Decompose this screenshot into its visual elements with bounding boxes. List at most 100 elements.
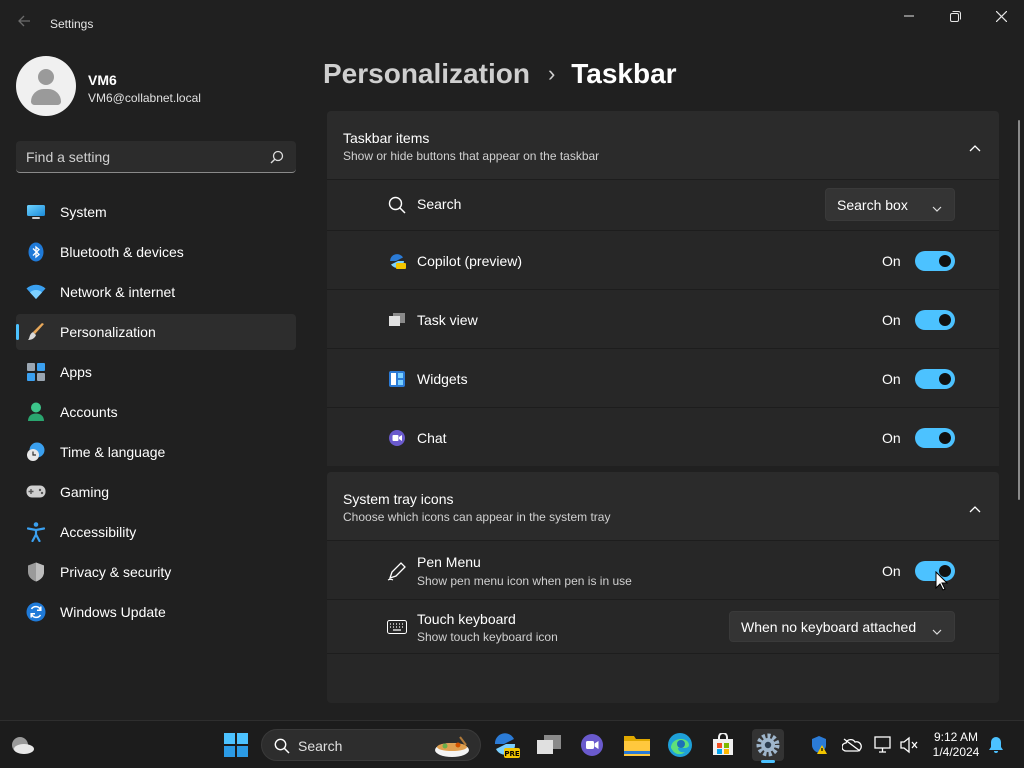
sidebar-item-label: Accessibility	[60, 524, 137, 540]
widgets-toggle[interactable]	[915, 369, 955, 389]
section-description: Choose which icons can appear in the sys…	[343, 510, 611, 524]
sidebar-item-accessibility[interactable]: Accessibility	[16, 514, 296, 550]
title-bar: Settings	[0, 0, 1024, 48]
gamepad-icon	[26, 482, 46, 502]
clock-time: 9:12 AM	[933, 730, 979, 744]
sidebar-item-personalization[interactable]: Personalization	[16, 314, 296, 350]
windows-logo-icon	[224, 733, 248, 757]
widgets-icon	[387, 369, 407, 389]
sidebar-item-time-language[interactable]: Time & language	[16, 434, 296, 470]
running-indicator	[761, 760, 775, 763]
back-button[interactable]	[10, 12, 38, 36]
maximize-button[interactable]	[932, 0, 978, 32]
close-icon	[995, 10, 1007, 22]
chevron-up-icon	[969, 500, 981, 518]
gear-icon	[756, 733, 780, 757]
notification-button[interactable]	[986, 735, 1006, 755]
bell-icon	[989, 737, 1003, 753]
taskbar-copilot[interactable]: PRE	[490, 729, 522, 761]
scrollbar[interactable]	[1018, 120, 1020, 500]
sidebar-nav: System Bluetooth & devices Network & int…	[16, 194, 296, 634]
sidebar-item-label: Windows Update	[60, 604, 166, 620]
close-button[interactable]	[978, 0, 1024, 32]
onedrive-tray-icon[interactable]	[842, 735, 862, 755]
update-icon	[26, 602, 46, 622]
taskbar-edge[interactable]	[664, 729, 696, 761]
chat-toggle[interactable]	[915, 428, 955, 448]
shield-icon	[26, 562, 46, 582]
copilot-toggle[interactable]	[915, 251, 955, 271]
minimize-button[interactable]	[886, 0, 932, 32]
touch-keyboard-row: Touch keyboard Show touch keyboard icon …	[327, 599, 999, 653]
sidebar-item-privacy-security[interactable]: Privacy & security	[16, 554, 296, 590]
start-button[interactable]	[224, 733, 248, 757]
avatar	[16, 56, 76, 116]
chevron-down-icon	[932, 622, 942, 638]
chat-icon	[581, 734, 603, 756]
taskbar-clock[interactable]: 9:12 AM 1/4/2024	[926, 730, 986, 760]
copilot-badge: PRE	[504, 750, 520, 758]
brush-icon	[26, 322, 46, 342]
dropdown-value: When no keyboard attached	[741, 618, 917, 635]
breadcrumb-separator: ›	[547, 61, 556, 86]
dropdown-value: Search box	[837, 196, 908, 213]
task-view-row: Task view On	[327, 289, 999, 348]
defender-tray-icon[interactable]	[810, 735, 830, 755]
setting-label: Task view	[417, 312, 478, 328]
taskbar-file-explorer[interactable]	[621, 729, 653, 761]
section-title: Taskbar items	[343, 130, 430, 146]
sidebar-item-bluetooth[interactable]: Bluetooth & devices	[16, 234, 296, 270]
user-email: VM6@collabnet.local	[88, 91, 201, 105]
taskbar-store[interactable]	[707, 729, 739, 761]
section-description: Show or hide buttons that appear on the …	[343, 149, 600, 163]
setting-label: Search	[417, 196, 462, 212]
taskbar-settings[interactable]	[752, 729, 784, 763]
taskbar-task-view[interactable]	[533, 729, 565, 761]
search-input[interactable]	[26, 147, 256, 167]
monitor-icon	[26, 202, 46, 222]
taskbar-chat[interactable]	[576, 729, 608, 761]
settings-search[interactable]	[16, 141, 296, 173]
toggle-state: On	[882, 430, 901, 446]
wifi-icon	[26, 282, 46, 302]
app-title: Settings	[50, 17, 94, 31]
sidebar-item-network[interactable]: Network & internet	[16, 274, 296, 310]
touch-keyboard-dropdown[interactable]: When no keyboard attached	[729, 611, 955, 642]
speaker-muted-icon	[900, 736, 918, 754]
page-title: Taskbar	[571, 58, 677, 89]
search-setting-row: Search Search box	[327, 179, 999, 230]
copilot-icon	[387, 251, 407, 271]
empty-row	[327, 653, 999, 703]
network-tray-icon[interactable]	[873, 735, 893, 755]
system-tray-header[interactable]: System tray icons Choose which icons can…	[327, 472, 999, 540]
setting-label: Widgets	[417, 371, 468, 387]
chat-icon	[387, 428, 407, 448]
sidebar-item-windows-update[interactable]: Windows Update	[16, 594, 296, 630]
sidebar-item-accounts[interactable]: Accounts	[16, 394, 296, 430]
search-icon	[387, 195, 407, 215]
search-icon[interactable]	[270, 150, 284, 169]
volume-tray-icon[interactable]	[899, 735, 919, 755]
mouse-cursor-icon	[935, 571, 948, 591]
toggle-state: On	[882, 312, 901, 328]
sidebar-item-apps[interactable]: Apps	[16, 354, 296, 390]
search-icon	[274, 738, 290, 754]
keyboard-icon	[387, 617, 407, 637]
sidebar-item-gaming[interactable]: Gaming	[16, 474, 296, 510]
setting-label: Copilot (preview)	[417, 253, 523, 269]
task-view-toggle[interactable]	[915, 310, 955, 330]
setting-description: Show touch keyboard icon	[417, 630, 558, 644]
taskbar-items-header[interactable]: Taskbar items Show or hide buttons that …	[327, 111, 999, 179]
pen-icon	[387, 561, 407, 581]
breadcrumb-parent[interactable]: Personalization	[323, 58, 530, 90]
shield-warning-icon	[812, 736, 827, 754]
minimize-icon	[904, 15, 914, 17]
store-icon	[713, 733, 733, 755]
search-label: Search	[298, 738, 343, 754]
folder-icon	[624, 736, 650, 756]
setting-label: Pen Menu	[417, 554, 481, 570]
sidebar-item-system[interactable]: System	[16, 194, 296, 230]
taskbar-search[interactable]: Search	[261, 729, 481, 761]
weather-widget[interactable]	[10, 733, 36, 757]
search-mode-dropdown[interactable]: Search box	[825, 188, 955, 221]
